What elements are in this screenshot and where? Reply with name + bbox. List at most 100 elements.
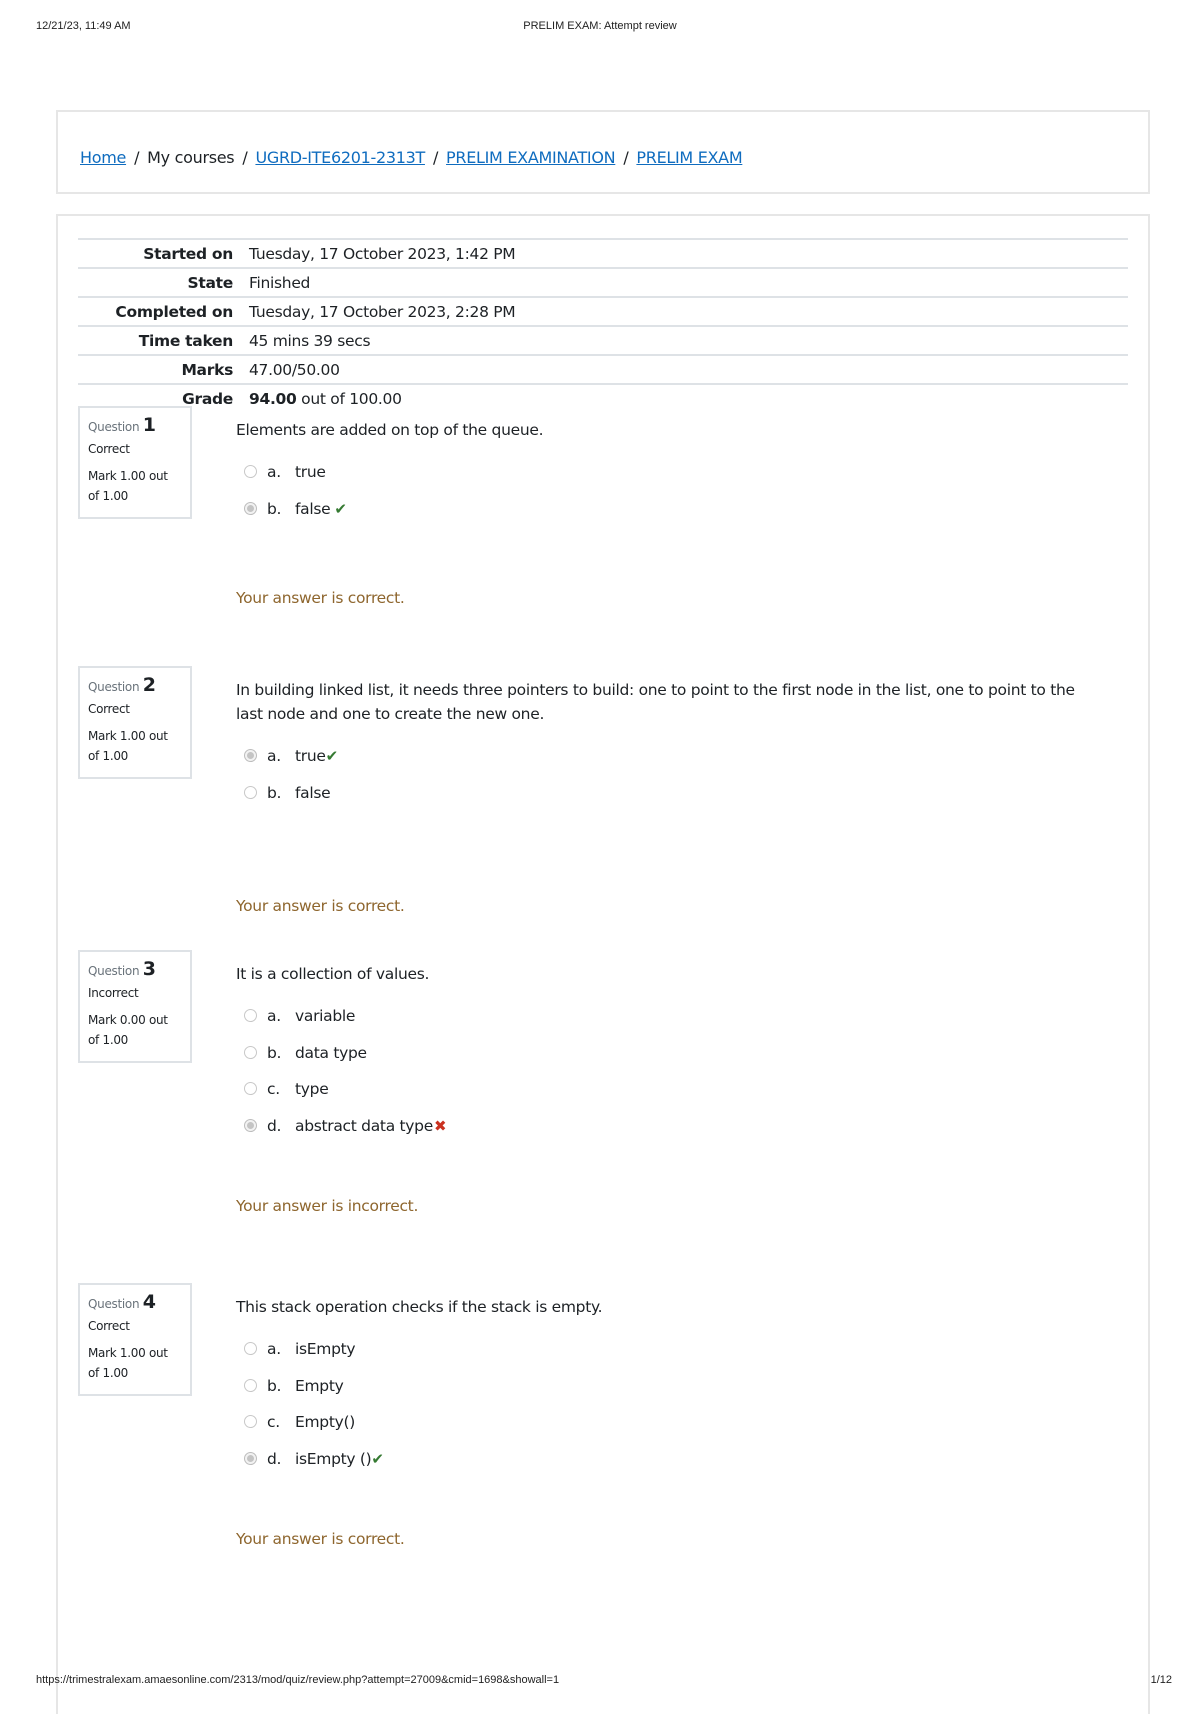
answer-option[interactable]: b. false bbox=[236, 781, 1106, 818]
summary-row-marks: Marks 47.00/50.00 bbox=[78, 355, 1128, 384]
answer-options: a. isEmpty b. Empty c. Empty() d. isEmpty () ✔ bbox=[236, 1337, 1106, 1483]
option-text: data type bbox=[295, 1043, 367, 1062]
attempt-review-card: Started on Tuesday, 17 October 2023, 1:42… bbox=[56, 214, 1150, 1714]
question-label: Question bbox=[88, 1297, 140, 1311]
summary-value: 47.00/50.00 bbox=[249, 360, 340, 379]
radio-button[interactable] bbox=[244, 785, 257, 799]
radio-button[interactable] bbox=[244, 1451, 257, 1465]
answer-option[interactable]: b. data type bbox=[236, 1041, 1106, 1078]
question-text: In building linked list, it needs three … bbox=[236, 681, 1075, 723]
summary-value: 94.00 out of 100.00 bbox=[243, 384, 1128, 412]
option-text: false bbox=[295, 499, 331, 518]
option-text: false bbox=[295, 783, 331, 802]
breadcrumb-separator: / bbox=[242, 148, 248, 167]
breadcrumb-quiz[interactable]: PRELIM EXAM bbox=[636, 148, 742, 167]
correct-check-icon: ✔ bbox=[325, 747, 339, 765]
option-text: abstract data type bbox=[295, 1116, 433, 1135]
answer-option[interactable]: a. true ✔ bbox=[236, 744, 1106, 781]
question-number: 2 bbox=[142, 674, 156, 696]
answer-option[interactable]: a. variable bbox=[236, 1004, 1106, 1041]
answer-options: a. true b. false ✔ bbox=[236, 460, 1106, 533]
answer-feedback: Your answer is incorrect. bbox=[236, 1197, 419, 1215]
answer-option[interactable]: b. Empty bbox=[236, 1374, 1106, 1411]
question-info: Question 4 Correct Mark 1.00 out of 1.00 bbox=[78, 1283, 192, 1396]
option-text: type bbox=[295, 1080, 329, 1098]
summary-label: Marks bbox=[181, 360, 233, 379]
radio-button[interactable] bbox=[244, 1415, 257, 1428]
answer-option[interactable]: b. false ✔ bbox=[236, 497, 1106, 534]
question-content: It is a collection of values. a. variable b… bbox=[236, 962, 1106, 1218]
option-letter: b. bbox=[267, 783, 282, 802]
option-letter: d. bbox=[267, 1449, 282, 1468]
summary-label: State bbox=[187, 273, 234, 292]
question-info: Question 2 Correct Mark 1.00 out of 1.00 bbox=[78, 666, 192, 779]
question-mark: Mark 1.00 out of 1.00 bbox=[88, 729, 168, 763]
summary-label: Completed on bbox=[115, 302, 233, 321]
answer-option[interactable]: a. isEmpty bbox=[236, 1337, 1106, 1374]
summary-row-started: Started on Tuesday, 17 October 2023, 1:42… bbox=[78, 239, 1128, 268]
option-letter: c. bbox=[267, 1080, 280, 1098]
breadcrumb-section[interactable]: PRELIM EXAMINATION bbox=[446, 148, 616, 167]
radio-button[interactable] bbox=[244, 1082, 257, 1095]
radio-button[interactable] bbox=[244, 465, 257, 478]
question-content: In building linked list, it needs three … bbox=[236, 678, 1106, 918]
print-title: PRELIM EXAM: Attempt review bbox=[523, 20, 677, 32]
option-letter: b. bbox=[267, 1376, 282, 1395]
question-content: Elements are added on top of the queue. a… bbox=[236, 418, 1106, 610]
summary-value: Tuesday, 17 October 2023, 1:42 PM bbox=[249, 244, 516, 263]
breadcrumb-home[interactable]: Home bbox=[80, 148, 126, 167]
question-state: Correct bbox=[88, 702, 130, 716]
answer-feedback: Your answer is correct. bbox=[236, 589, 405, 607]
radio-button[interactable] bbox=[244, 1045, 257, 1059]
breadcrumb-card: Home / My courses / UGRD-ITE6201-2313T / PRELI… bbox=[56, 110, 1150, 194]
summary-label: Started on bbox=[143, 244, 233, 263]
radio-button[interactable] bbox=[244, 1118, 257, 1132]
question-content: This stack operation checks if the stack… bbox=[236, 1295, 1106, 1551]
radio-button[interactable] bbox=[244, 1342, 257, 1355]
option-text: variable bbox=[295, 1007, 356, 1025]
option-text: isEmpty () bbox=[295, 1449, 372, 1468]
answer-option[interactable]: c. type bbox=[236, 1077, 1106, 1114]
summary-value: Finished bbox=[249, 273, 311, 292]
answer-option[interactable]: a. true bbox=[236, 460, 1106, 497]
radio-button[interactable] bbox=[244, 1378, 257, 1392]
answer-options: a. true ✔ b. false bbox=[236, 744, 1106, 817]
question-label: Question bbox=[88, 964, 140, 978]
option-text: true bbox=[295, 463, 326, 481]
answer-option[interactable]: d. isEmpty () ✔ bbox=[236, 1447, 1106, 1484]
option-text: Empty bbox=[295, 1376, 344, 1395]
breadcrumb-separator: / bbox=[623, 148, 629, 167]
option-letter: b. bbox=[267, 499, 282, 518]
breadcrumb-separator: / bbox=[134, 148, 140, 167]
radio-button[interactable] bbox=[244, 501, 257, 515]
question-label: Question bbox=[88, 420, 140, 434]
answer-option[interactable]: c. Empty() bbox=[236, 1410, 1106, 1447]
radio-button[interactable] bbox=[244, 749, 257, 762]
grade-out-of: out of 100.00 bbox=[296, 389, 402, 408]
question-text: This stack operation checks if the stack… bbox=[236, 1298, 603, 1316]
summary-row-state: State Finished bbox=[78, 268, 1128, 297]
question-mark: Mark 1.00 out of 1.00 bbox=[88, 469, 168, 503]
incorrect-cross-icon: ✖ bbox=[433, 1116, 447, 1135]
radio-button[interactable] bbox=[244, 1009, 257, 1022]
answer-option[interactable]: d. abstract data type ✖ bbox=[236, 1114, 1106, 1151]
summary-label: Time taken bbox=[138, 331, 234, 350]
option-text: isEmpty bbox=[295, 1340, 356, 1358]
option-letter: b. bbox=[267, 1043, 282, 1062]
summary-row-completed: Completed on Tuesday, 17 October 2023, 2:… bbox=[78, 297, 1128, 326]
breadcrumb-my-courses: My courses bbox=[147, 148, 235, 167]
question-number: 4 bbox=[142, 1291, 156, 1313]
question-label: Question bbox=[88, 680, 140, 694]
breadcrumb-course[interactable]: UGRD-ITE6201-2313T bbox=[255, 148, 425, 167]
option-letter: a. bbox=[267, 463, 281, 481]
answer-feedback: Your answer is correct. bbox=[236, 1530, 405, 1548]
question-text: It is a collection of values. bbox=[236, 965, 430, 983]
question-text: Elements are added on top of the queue. bbox=[236, 421, 544, 439]
option-letter: a. bbox=[267, 1007, 281, 1025]
attempt-summary-table: Started on Tuesday, 17 October 2023, 1:42… bbox=[78, 238, 1128, 412]
question-state: Correct bbox=[88, 1319, 130, 1333]
correct-check-icon: ✔ bbox=[334, 499, 347, 518]
grade-value: 94.00 bbox=[249, 389, 297, 408]
question-info: Question 3 Incorrect Mark 0.00 out of 1.00 bbox=[78, 950, 192, 1063]
question-number: 1 bbox=[142, 414, 156, 436]
